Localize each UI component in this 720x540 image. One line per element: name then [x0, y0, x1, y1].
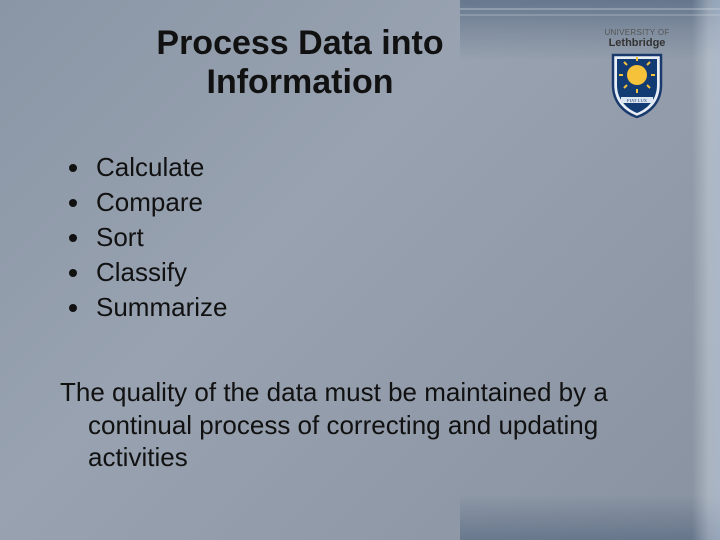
- bullet-list: Calculate Compare Sort Classify Summariz…: [60, 150, 227, 325]
- list-item: Calculate: [92, 150, 227, 185]
- body-paragraph: The quality of the data must be maintain…: [60, 376, 700, 474]
- decor-bottom: [460, 495, 720, 540]
- slide-title: Process Data into Information: [60, 24, 540, 102]
- list-item: Sort: [92, 220, 227, 255]
- slide: UNIVERSITY OF Lethbridge FIAT LUX Proces…: [0, 0, 720, 540]
- logo-text: UNIVERSITY OF Lethbridge: [592, 28, 682, 49]
- list-item: Summarize: [92, 290, 227, 325]
- title-line-1: Process Data into: [156, 24, 443, 62]
- list-item: Compare: [92, 185, 227, 220]
- logo-prefix: UNIVERSITY OF: [604, 28, 669, 37]
- logo-motto: FIAT LUX: [627, 98, 648, 103]
- university-logo: UNIVERSITY OF Lethbridge FIAT LUX: [592, 28, 682, 124]
- title-line-2: Information: [207, 63, 394, 101]
- shield-icon: FIAT LUX: [609, 53, 665, 119]
- logo-name: Lethbridge: [609, 37, 666, 49]
- list-item: Classify: [92, 255, 227, 290]
